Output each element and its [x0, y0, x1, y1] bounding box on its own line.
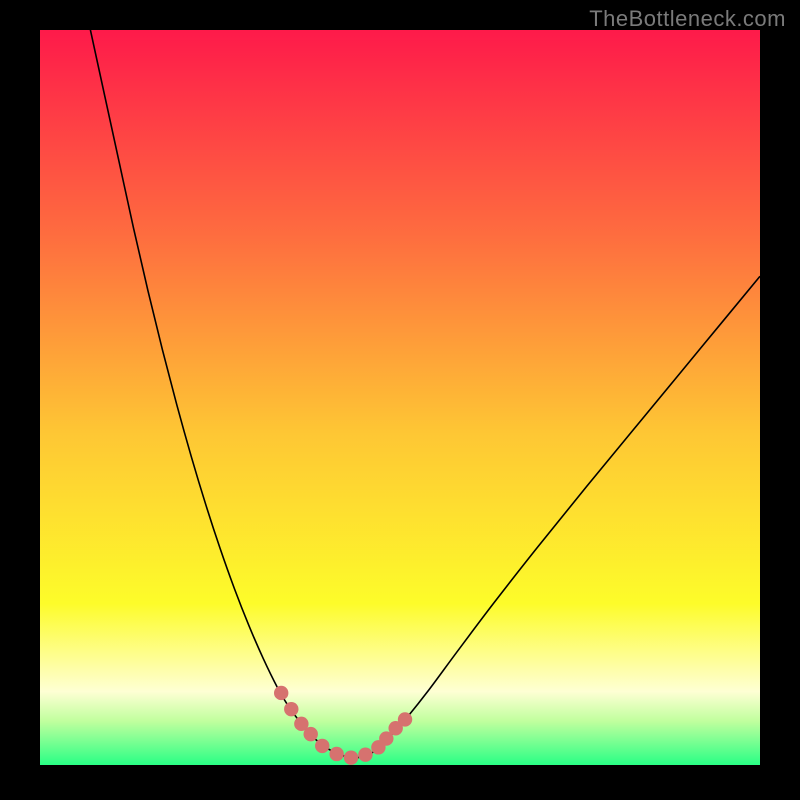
curve-marker: [284, 702, 298, 716]
attribution-watermark: TheBottleneck.com: [589, 6, 786, 32]
curve-marker: [274, 686, 288, 700]
curve-marker: [304, 727, 318, 741]
curve-marker: [344, 750, 358, 764]
plot-area: [40, 30, 760, 765]
curve-marker: [398, 712, 412, 726]
chart-frame: TheBottleneck.com: [0, 0, 800, 800]
gradient-background: [40, 30, 760, 765]
curve-marker: [358, 748, 372, 762]
bottleneck-curve-svg: [40, 30, 760, 765]
curve-marker: [329, 747, 343, 761]
curve-marker: [315, 739, 329, 753]
